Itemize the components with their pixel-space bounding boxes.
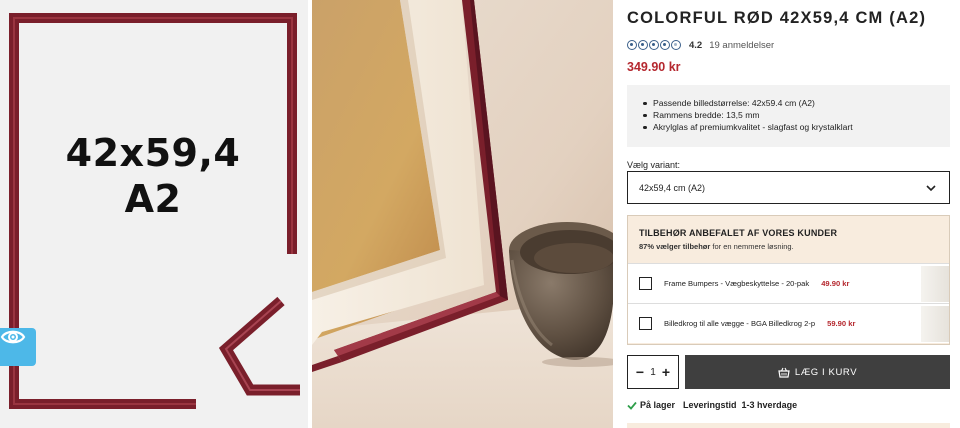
next-section-edge — [627, 423, 950, 428]
product-title: COLORFUL RØD 42X59,4 CM (A2) — [627, 9, 927, 27]
accessory-thumbnail — [921, 266, 949, 302]
accessories-subtext: 87% vælger tilbehør for en nemmere løsni… — [639, 242, 794, 251]
accessories-heading: TILBEHØR ANBEFALET AF VORES KUNDER — [639, 228, 838, 238]
accessory-checkbox[interactable] — [639, 317, 652, 330]
accessories-subtext-bold: 87% vælger tilbehør — [639, 242, 711, 251]
product-photo-lifestyle[interactable] — [312, 0, 613, 428]
rating-value: 4.2 — [689, 39, 703, 51]
checkmark-icon — [627, 401, 637, 410]
star-icon — [671, 40, 681, 50]
feature-list: Passende billedstørrelse: 42x59.4 cm (A2… — [627, 85, 950, 147]
product-info-panel: COLORFUL RØD 42X59,4 CM (A2) 4.2 19 anme… — [627, 0, 950, 428]
variant-selected-value: 42x59,4 cm (A2) — [639, 182, 706, 193]
add-to-cart-button[interactable]: LÆG I KURV — [685, 355, 950, 389]
chevron-down-icon — [926, 185, 936, 192]
accessory-name: Frame Bumpers - Vægbeskyttelse - 20-pak — [664, 279, 810, 288]
feature-item: Akrylglas af premiumkvalitet - slagfast … — [641, 121, 950, 133]
add-to-cart-label: LÆG I KURV — [794, 366, 858, 378]
reviews-link[interactable]: 19 anmeldelser — [709, 40, 774, 51]
rating-stars — [627, 40, 681, 50]
feature-item: Passende billedstørrelse: 42x59.4 cm (A2… — [641, 97, 950, 109]
accessory-checkbox[interactable] — [639, 277, 652, 290]
size-label-format: A2 — [124, 177, 182, 221]
quantity-value[interactable]: 1 — [650, 367, 656, 378]
star-icon — [660, 40, 670, 50]
accessory-name: Billedkrog til alle vægge - BGA Billedkr… — [664, 319, 816, 328]
quantity-decrease-button[interactable]: − — [634, 365, 646, 379]
view-in-room-button[interactable] — [0, 328, 36, 366]
star-icon — [627, 40, 637, 50]
eye-icon — [0, 330, 26, 344]
product-image-size[interactable]: 42x59,4 A2 — [0, 0, 308, 428]
accessory-price: 49.90 kr — [821, 279, 850, 288]
variant-select[interactable]: 42x59,4 cm (A2) — [627, 171, 950, 204]
feature-item: Rammens bredde: 13,5 mm — [641, 109, 950, 121]
star-icon — [649, 40, 659, 50]
accessories-subtext-rest: for en nemmere løsning. — [710, 242, 794, 251]
accessory-thumbnail — [921, 306, 949, 342]
variant-label: Vælg variant: — [627, 160, 681, 170]
star-icon — [638, 40, 648, 50]
quantity-stepper[interactable]: − 1 + — [627, 355, 679, 389]
size-label: 42x59,4 A2 — [0, 130, 306, 222]
accessory-item-frame-bumpers[interactable]: Frame Bumpers - Vægbeskyttelse - 20-pak … — [628, 263, 949, 303]
basket-icon — [778, 367, 790, 378]
product-rating[interactable]: 4.2 19 anmeldelser — [627, 38, 774, 52]
size-label-dimensions: 42x59,4 — [65, 131, 241, 175]
accessory-item-picture-hook[interactable]: Billedkrog til alle vægge - BGA Billedkr… — [628, 303, 949, 343]
delivery-label: Leveringstid — [683, 400, 737, 410]
accessory-price: 59.90 kr — [827, 319, 856, 328]
accessories-box: TILBEHØR ANBEFALET AF VORES KUNDER 87% v… — [627, 215, 950, 345]
delivery-value: 1-3 hverdage — [741, 400, 798, 410]
quantity-increase-button[interactable]: + — [660, 365, 672, 379]
stock-status: På lager Leveringstid 1-3 hverdage — [627, 400, 797, 410]
lifestyle-photo — [312, 0, 613, 428]
in-stock-label: På lager — [640, 400, 676, 410]
product-price: 349.90 kr — [627, 60, 681, 74]
